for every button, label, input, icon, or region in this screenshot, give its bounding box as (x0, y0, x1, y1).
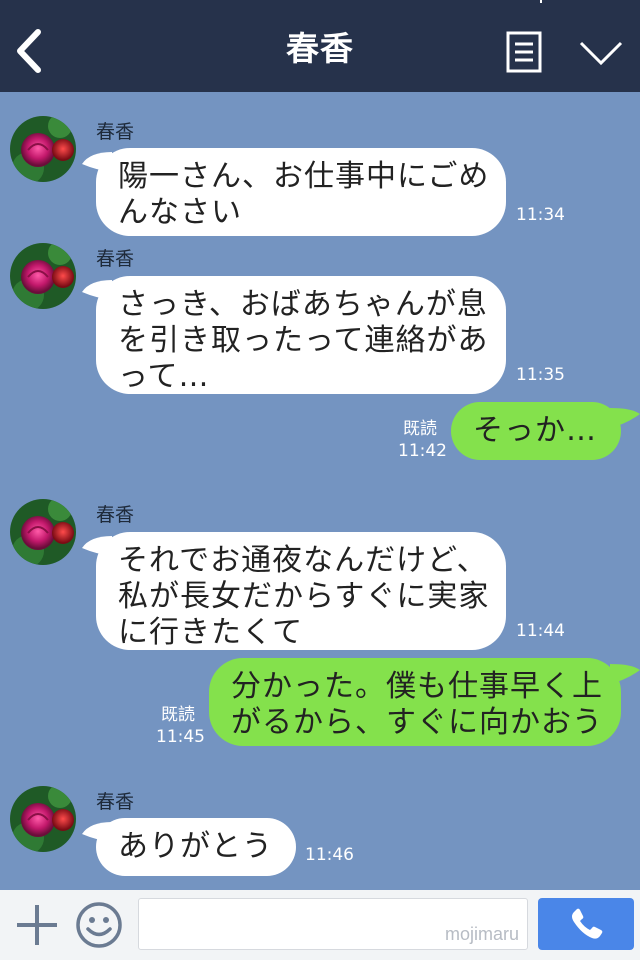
smiley-icon[interactable] (74, 900, 124, 950)
phone-icon (572, 908, 603, 939)
message-bubble[interactable]: それでお通夜なんだけど、 私が長女だからすぐに実家 に行きたくて (96, 532, 506, 650)
message-bubble-own[interactable]: そっか… (451, 402, 621, 460)
chat-header: 春香 (0, 0, 640, 92)
call-button[interactable] (538, 898, 634, 950)
message-text: 陽一さん、お仕事中にごめ んなさい (118, 159, 490, 230)
message-time: 11:35 (516, 365, 565, 385)
watermark: mojimaru (444, 924, 519, 944)
sender-name: 春香 (96, 504, 135, 526)
bubble-tail (610, 664, 640, 684)
message-text: さっき、おばあちゃんが息 を引き取ったって連絡があ って… (118, 287, 489, 394)
message-time: 11:46 (305, 845, 354, 865)
message-input[interactable]: mojimaru (138, 898, 528, 950)
read-receipt: 既読 11:45 (156, 705, 205, 747)
avatar[interactable] (10, 116, 76, 182)
sender-name: 春香 (96, 791, 135, 813)
message-bubble[interactable]: 陽一さん、お仕事中にごめ んなさい (96, 148, 506, 236)
message-text: そっか… (473, 413, 597, 448)
menu-list-icon[interactable] (506, 31, 542, 73)
message-composer: mojimaru (0, 890, 640, 960)
chevron-down-icon[interactable] (578, 38, 624, 68)
bubble-tail (610, 408, 640, 428)
message-text: ありがとう (118, 829, 273, 864)
chat-title: 春香 (286, 29, 354, 68)
message-bubble[interactable]: さっき、おばあちゃんが息 を引き取ったって連絡があ って… (96, 276, 506, 394)
message-text: それでお通夜なんだけど、 私が長女だからすぐに実家 に行きたくて (118, 543, 490, 650)
status-indicator (540, 0, 542, 3)
avatar[interactable] (10, 786, 76, 852)
message-bubble[interactable]: ありがとう (96, 818, 296, 876)
message-time: 11:44 (516, 621, 565, 641)
read-receipt: 既読 11:42 (398, 419, 447, 461)
sender-name: 春香 (96, 121, 135, 143)
message-time: 11:34 (516, 205, 565, 225)
avatar[interactable] (10, 243, 76, 309)
avatar[interactable] (10, 499, 76, 565)
message-text: 分かった。僕も仕事早く上 がるから、すぐに向かおう (231, 669, 603, 740)
sender-name: 春香 (96, 248, 135, 270)
plus-icon[interactable] (14, 902, 60, 948)
message-bubble-own[interactable]: 分かった。僕も仕事早く上 がるから、すぐに向かおう (209, 658, 621, 746)
